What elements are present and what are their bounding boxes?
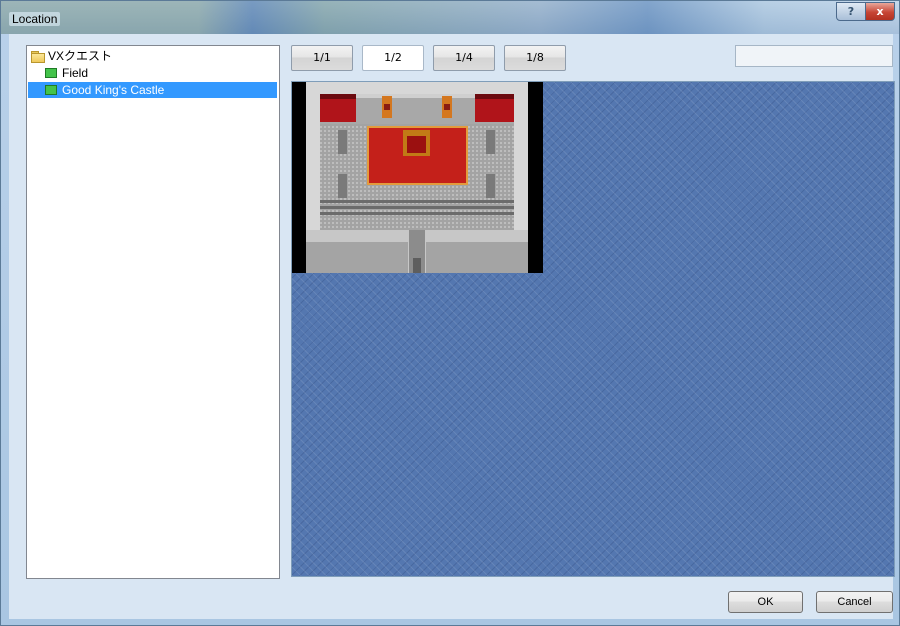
castle-map-thumbnail (292, 82, 543, 273)
close-icon: x (876, 5, 884, 18)
close-button[interactable]: x (865, 2, 895, 21)
zoom-1-4-button[interactable]: 1/4 (433, 45, 495, 71)
coordinates-display (735, 45, 893, 67)
location-dialog: Location ? x VXクエスト Field Good King's Ca… (0, 0, 900, 626)
ok-button[interactable]: OK (728, 591, 803, 613)
tree-item-label: Field (62, 66, 89, 80)
help-icon: ? (847, 5, 855, 18)
title-bar[interactable]: Location ? x (1, 1, 899, 34)
tree-item-label: VXクエスト (48, 49, 113, 63)
zoom-1-1-button[interactable]: 1/1 (291, 45, 353, 71)
zoom-1-8-button[interactable]: 1/8 (504, 45, 566, 71)
map-preview[interactable] (291, 81, 895, 577)
tree-item-label: Good King's Castle (62, 83, 165, 97)
map-tree[interactable]: VXクエスト Field Good King's Castle (26, 45, 280, 579)
map-icon (45, 68, 57, 78)
dialog-client-area: VXクエスト Field Good King's Castle 1/1 1/2 … (9, 34, 895, 619)
zoom-1-2-button[interactable]: 1/2 (362, 45, 424, 71)
folder-icon (31, 51, 45, 63)
map-icon (45, 85, 57, 95)
help-button[interactable]: ? (836, 2, 866, 21)
cancel-button[interactable]: Cancel (816, 591, 893, 613)
window-title: Location (9, 12, 61, 26)
